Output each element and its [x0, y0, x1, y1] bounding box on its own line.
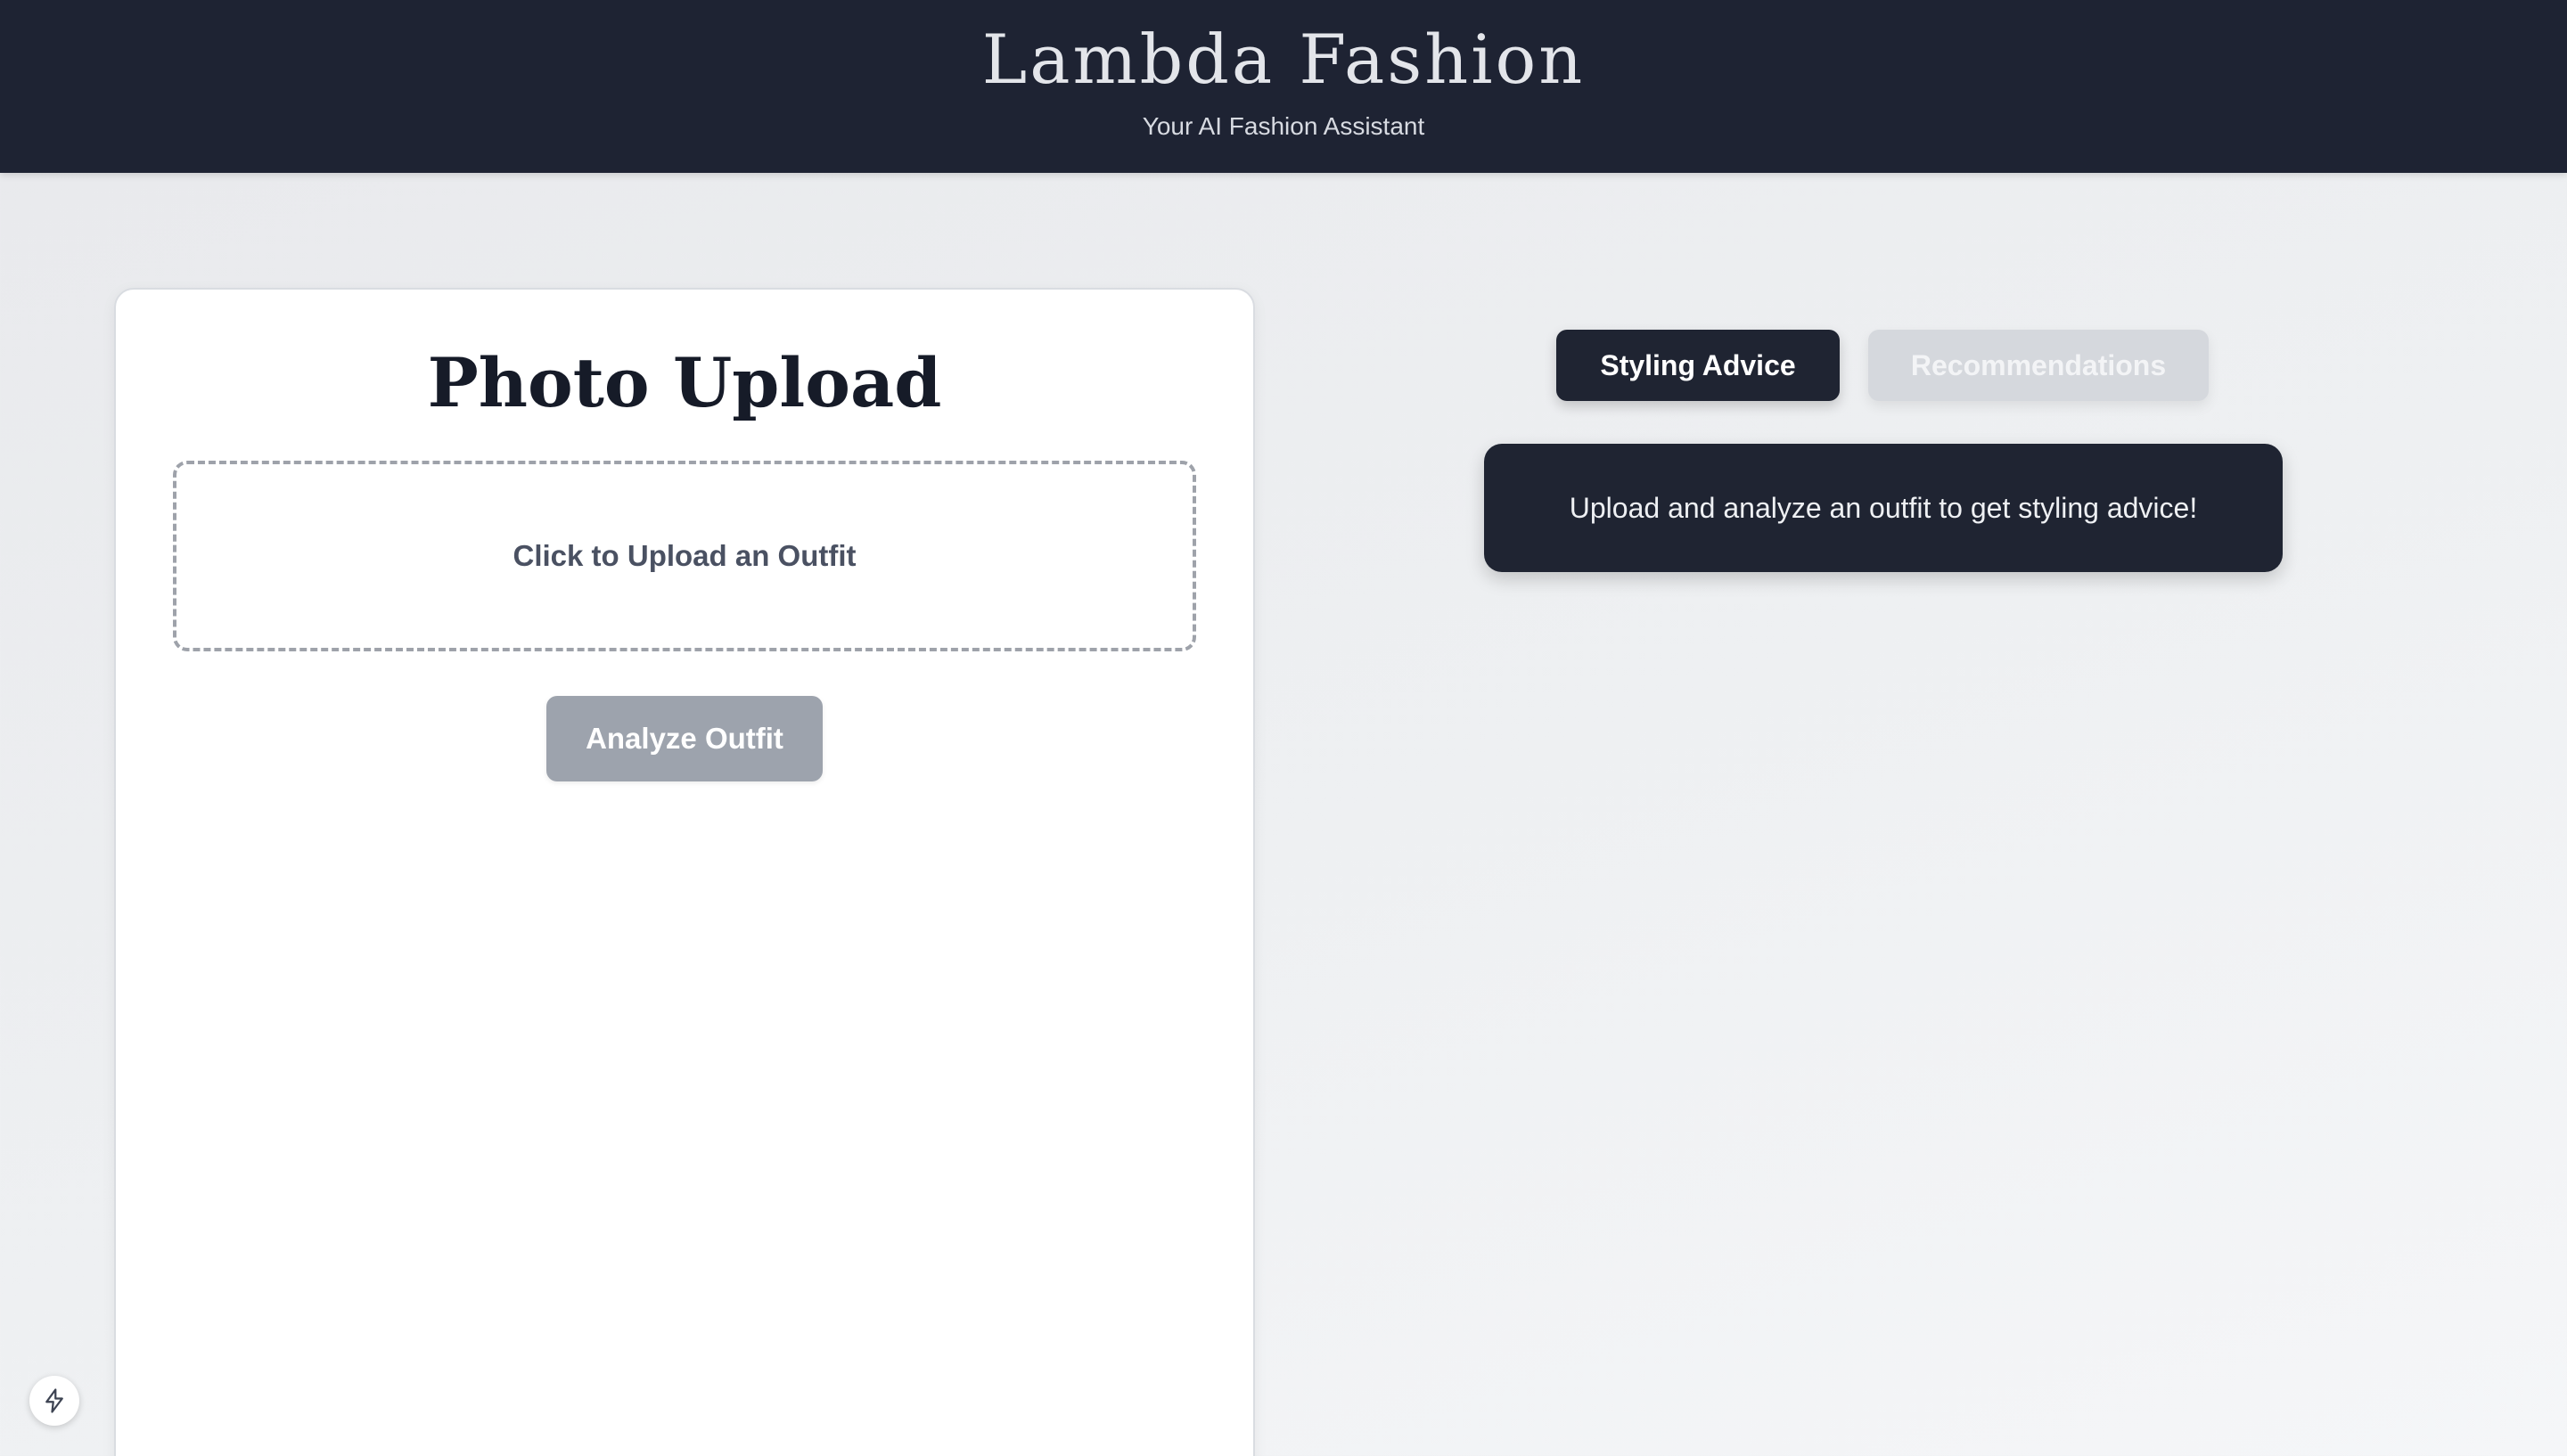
lightning-bolt-glyph	[45, 1388, 63, 1413]
dropzone-label: Click to Upload an Outfit	[513, 539, 857, 572]
brand-title: Lambda Fashion	[981, 20, 1586, 99]
tab-recommendations[interactable]: Recommendations	[1868, 330, 2209, 401]
lightning-bolt-icon[interactable]	[29, 1376, 79, 1426]
analyze-outfit-button[interactable]: Analyze Outfit	[546, 696, 823, 781]
card-title: Photo Upload	[427, 343, 942, 422]
photo-upload-card: Photo Upload Click to Upload an Outfit A…	[114, 288, 1255, 1456]
tab-styling-advice[interactable]: Styling Advice	[1556, 330, 1840, 401]
styling-advice-panel: Upload and analyze an outfit to get styl…	[1484, 444, 2283, 572]
advice-message: Upload and analyze an outfit to get styl…	[1569, 491, 2198, 524]
app-header: Lambda Fashion Your AI Fashion Assistant	[0, 0, 2567, 173]
brand-subtitle: Your AI Fashion Assistant	[1142, 112, 1425, 140]
outfit-upload-dropzone[interactable]: Click to Upload an Outfit	[173, 461, 1196, 651]
